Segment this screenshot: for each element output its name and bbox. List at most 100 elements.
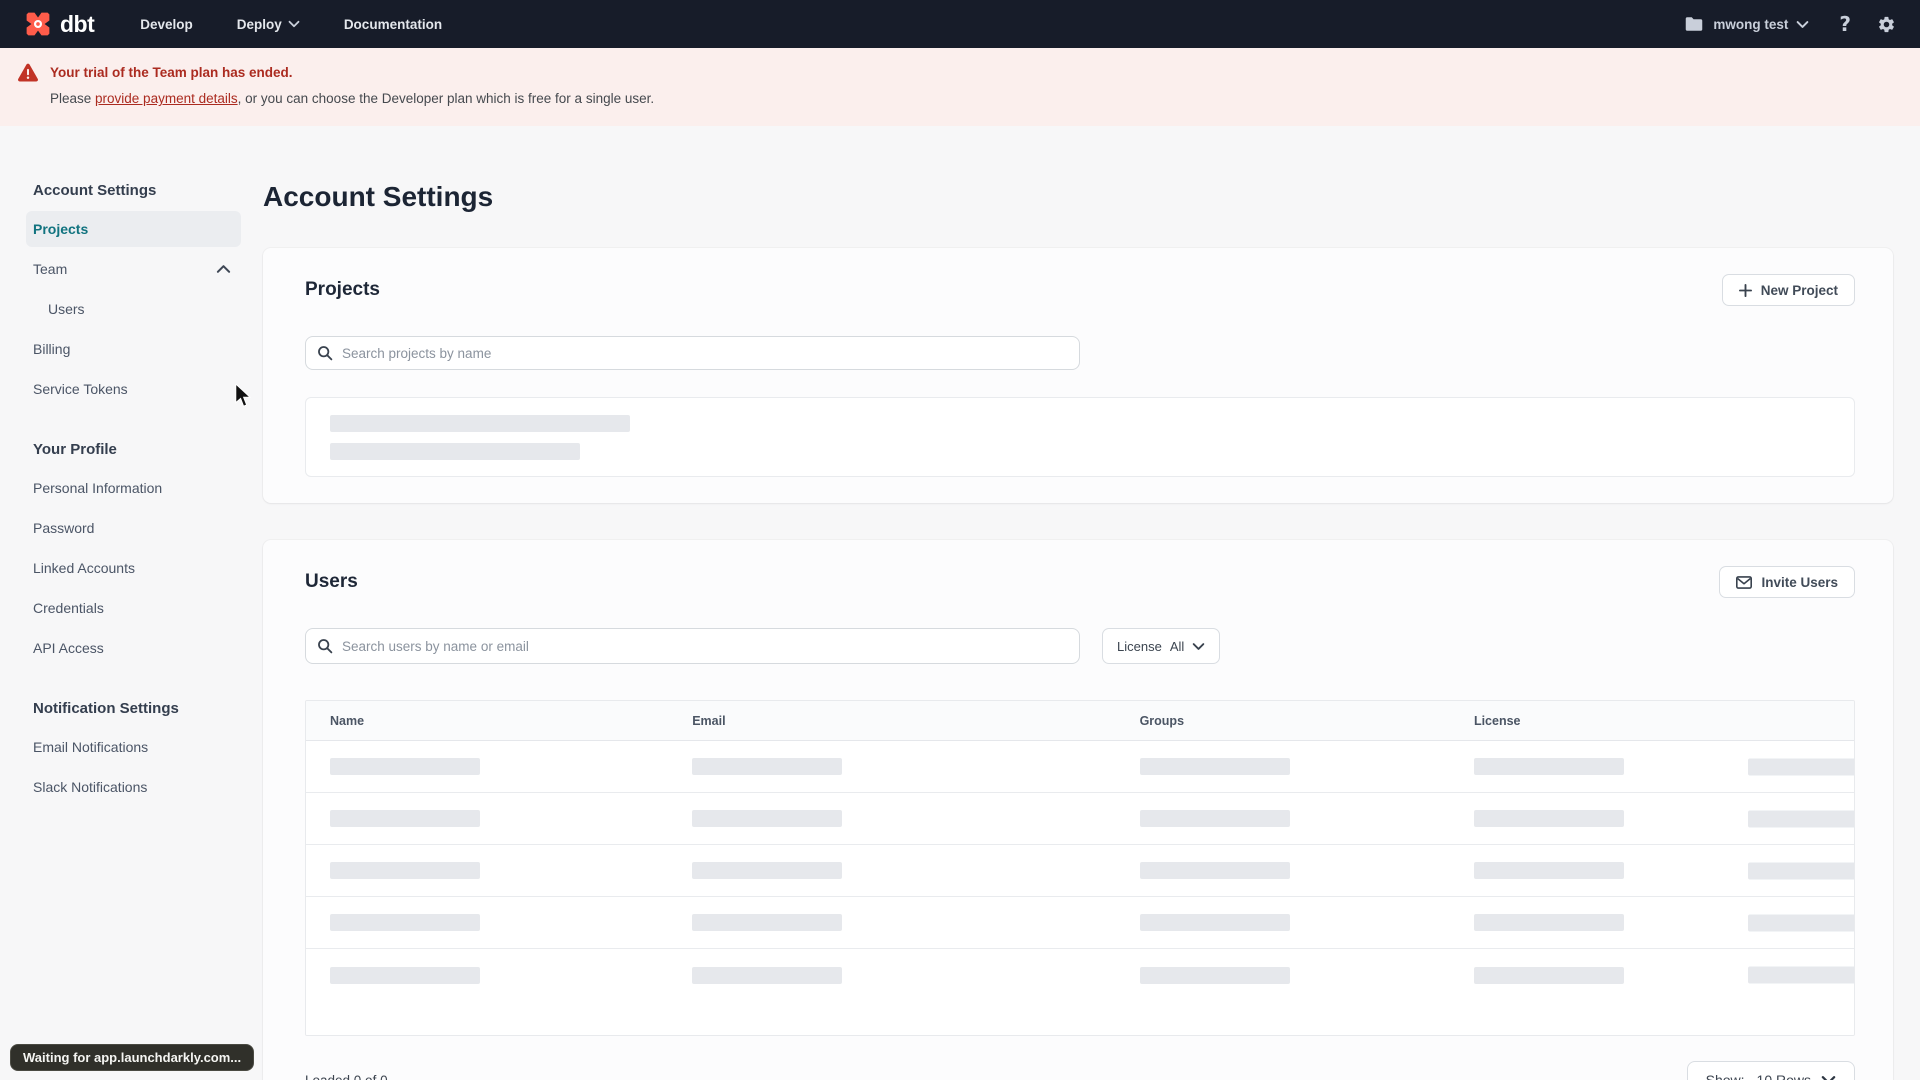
sidebar-section-notification-settings: Notification Settings Email Notification… xyxy=(26,700,241,805)
primary-nav: Develop Deploy Documentation xyxy=(140,17,442,32)
sidebar-section-your-profile: Your Profile Personal Information Passwo… xyxy=(26,441,241,666)
users-table-header: Name Email Groups License xyxy=(306,701,1854,741)
column-header-license: License xyxy=(1473,713,1521,728)
nav-develop[interactable]: Develop xyxy=(140,17,193,32)
banner-body: Please provide payment details, or you c… xyxy=(50,91,655,106)
top-navigation-bar: dbt Develop Deploy Documentation mwong t… xyxy=(0,0,1920,48)
page-title: Account Settings xyxy=(263,181,494,212)
skeleton-bar xyxy=(1748,810,1854,827)
skeleton-bar xyxy=(692,810,843,827)
loaded-count: Loaded 0 of 0 xyxy=(305,1072,388,1080)
new-project-button[interactable]: New Project xyxy=(1721,274,1855,306)
settings-gear-icon[interactable] xyxy=(1877,15,1896,34)
sidebar-heading-your-profile: Your Profile xyxy=(33,441,117,458)
account-name: mwong test xyxy=(1713,16,1789,32)
users-table: Name Email Groups License xyxy=(305,700,1855,1036)
browser-status-tooltip: Waiting for app.launchdarkly.com... xyxy=(10,1044,255,1071)
sidebar-item-team[interactable]: Team xyxy=(26,251,241,287)
skeleton-bar xyxy=(1473,966,1624,984)
sidebar-item-api-access[interactable]: API Access xyxy=(26,630,241,666)
sidebar-item-password[interactable]: Password xyxy=(26,510,241,546)
skeleton-bar xyxy=(1748,862,1854,879)
skeleton-bar xyxy=(1748,914,1854,931)
skeleton-bar xyxy=(1139,758,1290,775)
users-search-input[interactable] xyxy=(305,628,1080,664)
projects-card-title: Projects xyxy=(305,279,380,300)
skeleton-bar xyxy=(692,914,843,931)
sidebar-item-projects[interactable]: Projects xyxy=(26,211,241,247)
chevron-down-icon xyxy=(288,20,300,28)
skeleton-bar xyxy=(692,758,843,775)
table-row-skeleton xyxy=(306,897,1854,949)
envelope-icon xyxy=(1736,575,1753,589)
column-header-name: Name xyxy=(330,713,365,728)
skeleton-bar xyxy=(1748,758,1854,775)
skeleton-bar xyxy=(692,966,843,984)
sidebar-item-service-tokens[interactable]: Service Tokens xyxy=(26,371,241,407)
chevron-down-icon xyxy=(1192,642,1205,650)
sidebar-item-slack-notifications[interactable]: Slack Notifications xyxy=(26,769,241,805)
account-switcher[interactable]: mwong test xyxy=(1685,16,1809,32)
trial-ended-banner: Your trial of the Team plan has ended. P… xyxy=(0,48,1920,126)
skeleton-bar xyxy=(1139,862,1290,879)
skeleton-bar xyxy=(1473,862,1624,879)
skeleton-bar xyxy=(1473,758,1624,775)
skeleton-bar xyxy=(1473,810,1624,827)
search-icon xyxy=(318,346,333,361)
skeleton-bar xyxy=(692,862,843,879)
chevron-down-icon xyxy=(1797,20,1809,28)
skeleton-bar xyxy=(1748,966,1854,984)
brand-wordmark: dbt xyxy=(60,10,95,37)
projects-search-input[interactable] xyxy=(305,336,1080,370)
folder-icon xyxy=(1686,17,1703,31)
settings-sidebar: Account Settings Projects Team Users Bil… xyxy=(26,182,241,809)
sidebar-item-billing[interactable]: Billing xyxy=(26,331,241,367)
help-icon[interactable]: ? xyxy=(1839,12,1851,36)
license-filter-dropdown[interactable]: License All xyxy=(1102,628,1221,664)
banner-title: Your trial of the Team plan has ended. xyxy=(50,65,293,80)
plus-icon xyxy=(1738,283,1752,297)
provide-payment-details-link[interactable]: provide payment details xyxy=(95,91,238,106)
skeleton-bar xyxy=(330,966,480,984)
sidebar-heading-notification-settings: Notification Settings xyxy=(33,700,179,717)
table-row-skeleton xyxy=(306,793,1854,845)
sidebar-item-credentials[interactable]: Credentials xyxy=(26,590,241,626)
users-card: Users Invite Users License All xyxy=(263,540,1893,1080)
users-card-title: Users xyxy=(305,571,358,592)
column-header-email: Email xyxy=(692,713,726,728)
nav-documentation[interactable]: Documentation xyxy=(344,17,442,32)
skeleton-bar xyxy=(1473,914,1624,931)
sidebar-item-personal-information[interactable]: Personal Information xyxy=(26,470,241,506)
skeleton-bar xyxy=(330,443,580,460)
rows-per-page-dropdown[interactable]: Show: 10 Rows xyxy=(1686,1061,1855,1080)
warning-triangle-icon xyxy=(17,63,39,109)
dbt-logo-icon xyxy=(24,10,52,38)
sidebar-item-linked-accounts[interactable]: Linked Accounts xyxy=(26,550,241,586)
dbt-home-link[interactable]: dbt xyxy=(24,10,95,38)
chevron-up-icon xyxy=(216,265,231,273)
column-header-groups: Groups xyxy=(1139,713,1185,728)
sidebar-item-email-notifications[interactable]: Email Notifications xyxy=(26,729,241,765)
table-row-skeleton xyxy=(306,949,1854,1001)
skeleton-bar xyxy=(1139,810,1290,827)
skeleton-bar xyxy=(330,415,630,432)
invite-users-button[interactable]: Invite Users xyxy=(1719,566,1855,598)
table-empty-space xyxy=(306,1001,1854,1035)
search-icon xyxy=(318,639,333,654)
main-content: Account Settings Projects New Project Se… xyxy=(263,126,1893,1080)
skeleton-bar xyxy=(330,914,480,931)
skeleton-bar xyxy=(330,758,480,775)
chevron-down-icon xyxy=(1821,1076,1836,1080)
banner-text: Your trial of the Team plan has ended. P… xyxy=(50,63,654,109)
sidebar-section-account-settings: Account Settings Projects Team Users Bil… xyxy=(26,182,241,407)
skeleton-bar xyxy=(330,810,480,827)
projects-loading-skeleton xyxy=(305,397,1855,477)
skeleton-bar xyxy=(1139,966,1290,984)
nav-deploy[interactable]: Deploy xyxy=(237,17,300,32)
projects-card: Projects New Project xyxy=(263,248,1893,503)
dbt-cloud-window: dbt Develop Deploy Documentation mwong t… xyxy=(0,0,1920,1080)
skeleton-bar xyxy=(1139,914,1290,931)
sidebar-item-users[interactable]: Users xyxy=(26,291,241,327)
skeleton-bar xyxy=(330,862,480,879)
table-row-skeleton xyxy=(306,741,1854,793)
